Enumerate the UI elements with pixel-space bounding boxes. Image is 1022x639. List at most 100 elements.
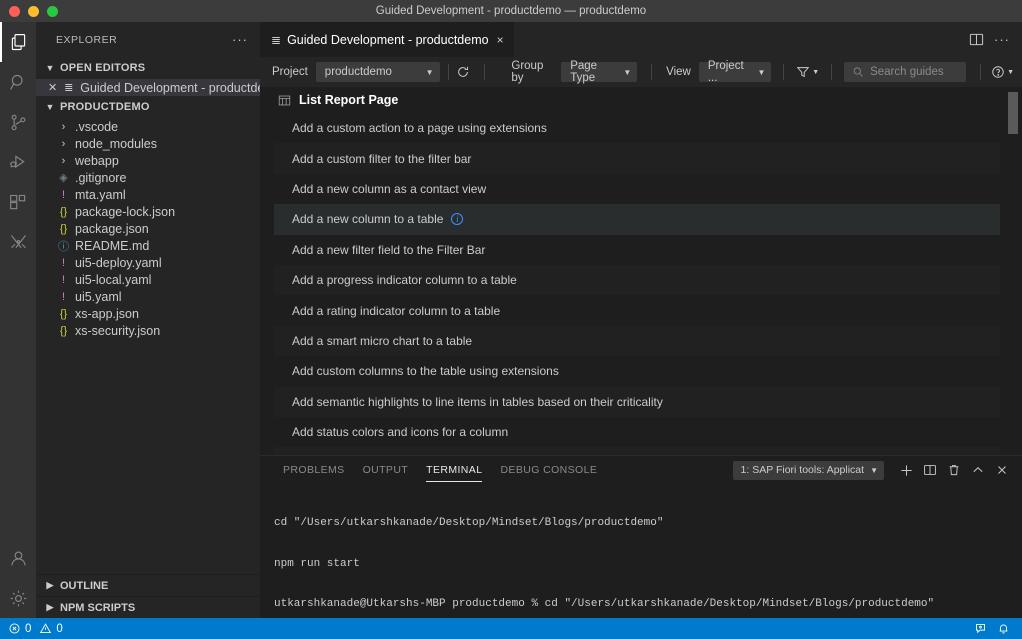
workbench: EXPLORER ··· ▼ OPEN EDITORS ✕ ≣ Guided D… [0, 22, 1022, 618]
more-actions-icon[interactable]: ··· [994, 33, 1010, 46]
kill-terminal-button[interactable] [942, 458, 966, 482]
view-label: View [666, 66, 691, 78]
activity-search[interactable] [0, 62, 36, 102]
pane-npm-scripts-label: NPM SCRIPTS [60, 601, 136, 614]
pane-outline[interactable]: ▶ OUTLINE [36, 574, 260, 596]
tree-item-xs-security-json[interactable]: {} xs-security.json [36, 322, 260, 339]
tree-item-ui5-deploy-yaml[interactable]: ! ui5-deploy.yaml [36, 254, 260, 271]
view-select[interactable]: Project ... ▼ [698, 60, 772, 84]
activity-source-control[interactable] [0, 102, 36, 142]
tab-output[interactable]: OUTPUT [354, 456, 418, 484]
divider [831, 64, 833, 80]
divider [980, 64, 982, 80]
help-button[interactable]: ▼ [991, 65, 1014, 79]
tree-item-readme-md[interactable]: ⓘ README.md [36, 237, 260, 254]
guided-development-toolbar: Project productdemo ▼ Group by Page Type… [260, 57, 1022, 87]
tree-item-package-json[interactable]: {} package.json [36, 220, 260, 237]
guide-item[interactable]: Add a new column as a contact view [274, 174, 1000, 204]
search-input[interactable]: Search guides [844, 62, 967, 82]
json-icon: {} [59, 307, 68, 320]
activity-run-and-debug[interactable] [0, 142, 36, 182]
tab-problems-label: PROBLEMS [283, 464, 345, 476]
project-select[interactable]: productdemo ▼ [315, 62, 440, 82]
chevron-down-icon: ▼ [812, 68, 820, 76]
tab-terminal-label: TERMINAL [426, 464, 483, 476]
guide-item-label: Add a smart micro chart to a table [292, 333, 473, 348]
open-editor-item[interactable]: ✕ ≣ Guided Development - productdemo [36, 79, 282, 96]
activity-fiori-tools[interactable] [0, 222, 36, 262]
groupby-select[interactable]: Page Type ▼ [561, 60, 638, 84]
info-icon[interactable]: i [451, 213, 464, 226]
sidebar-more-actions-icon[interactable]: ··· [232, 33, 248, 46]
activity-accounts[interactable] [0, 538, 36, 578]
tree-item-ui5-yaml[interactable]: ! ui5.yaml [36, 288, 260, 305]
feedback-icon[interactable] [974, 622, 987, 635]
tree-item-ui5-local-yaml[interactable]: ! ui5-local.yaml [36, 271, 260, 288]
maximize-panel-button[interactable] [966, 458, 990, 482]
new-terminal-button[interactable] [894, 458, 918, 482]
activity-explorer[interactable] [0, 22, 36, 62]
terminal-line: npm run start [274, 557, 360, 570]
tree-item-node-modules[interactable]: › node_modules [36, 135, 260, 152]
guide-item[interactable]: Add a progress indicator column to a tab… [274, 264, 1000, 296]
divider [783, 64, 785, 80]
tree-item-xs-app-json[interactable]: {} xs-app.json [36, 305, 260, 322]
guide-item-label: Add a new column as a contact view [292, 181, 487, 196]
warning-count: 0 [56, 622, 63, 635]
guide-item[interactable]: Add status colors and icons for a column [274, 417, 1000, 447]
tab-terminal[interactable]: TERMINAL [417, 456, 491, 484]
tabs-filler [515, 22, 957, 57]
guide-item-label: Add status colors and icons for a column [292, 425, 509, 440]
guide-item[interactable]: Add semantic highlights to line items in… [274, 386, 1000, 417]
activity-manage[interactable] [0, 578, 36, 618]
guide-item-label: Add custom columns to the table using ex… [292, 364, 559, 379]
section-productdemo[interactable]: ▼ PRODUCTDEMO [36, 96, 260, 118]
guide-item[interactable]: Add custom columns to the table using ex… [274, 356, 1000, 386]
git-icon: ◈ [59, 172, 68, 184]
terminal-output[interactable]: cd "/Users/utkarshkanade/Desktop/Mindset… [260, 484, 1022, 618]
close-icon[interactable]: ✕ [48, 81, 57, 94]
guide-item[interactable]: Add a smart micro chart to a table [274, 325, 1000, 357]
bell-icon[interactable] [997, 622, 1010, 635]
activity-extensions[interactable] [0, 182, 36, 222]
tab-problems[interactable]: PROBLEMS [274, 456, 354, 484]
refresh-button[interactable] [456, 65, 470, 79]
guides-scrollbar[interactable] [1008, 92, 1018, 134]
list-icon: ≣ [64, 82, 74, 94]
guides-list: List Report Page Add a custom action to … [260, 87, 1022, 455]
pane-npm-scripts[interactable]: ▶ NPM SCRIPTS [36, 596, 260, 618]
guide-item-label: Add a custom filter to the filter bar [292, 151, 472, 166]
section-open-editors[interactable]: ▼ OPEN EDITORS [36, 57, 260, 79]
tree-item-vscode[interactable]: › .vscode [36, 118, 260, 135]
search-placeholder: Search guides [870, 66, 944, 78]
tab-debug-console[interactable]: DEBUG CONSOLE [491, 456, 606, 484]
split-editor-icon[interactable] [969, 32, 984, 47]
status-right [974, 622, 1014, 635]
chevron-right-icon: › [61, 154, 66, 167]
sidebar-title: EXPLORER [56, 33, 118, 46]
guide-item[interactable]: Add a new filter field to the Filter Bar [274, 235, 1000, 265]
tree-item-webapp[interactable]: › webapp [36, 152, 260, 169]
tree-item-mta-yaml[interactable]: ! mta.yaml [36, 186, 260, 203]
split-terminal-button[interactable] [918, 458, 942, 482]
terminal-select[interactable]: 1: SAP Fiori tools: Applicat ▼ [732, 460, 884, 480]
close-panel-button[interactable] [990, 458, 1014, 482]
close-icon[interactable]: × [497, 33, 504, 47]
tree-item-gitignore[interactable]: ◈ .gitignore [36, 169, 260, 186]
tree-item-package-lock-json[interactable]: {} package-lock.json [36, 203, 260, 220]
divider [484, 64, 486, 80]
chevron-right-icon: ▶ [46, 602, 54, 612]
guide-item[interactable]: Add a custom filter to the filter bar [274, 143, 1000, 174]
guide-item[interactable]: Add a new column to a table i [274, 204, 1000, 235]
filter-button[interactable]: ▼ [796, 65, 819, 79]
status-problems[interactable]: 0 0 [8, 622, 63, 635]
guide-item[interactable]: Add a rating indicator column to a table [274, 295, 1000, 325]
guide-item[interactable]: Configure multiple views [274, 447, 1000, 455]
warning-icon [39, 622, 52, 635]
chevron-down-icon: ▼ [1007, 68, 1015, 76]
title-bar: Guided Development - productdemo — produ… [0, 0, 1022, 22]
editor-area: ≣ Guided Development - productdemo × ··· [260, 22, 1022, 618]
tab-guided-development[interactable]: ≣ Guided Development - productdemo × [260, 22, 515, 57]
guide-item[interactable]: Add a custom action to a page using exte… [274, 113, 1000, 143]
chevron-down-icon: ▼ [757, 67, 766, 77]
